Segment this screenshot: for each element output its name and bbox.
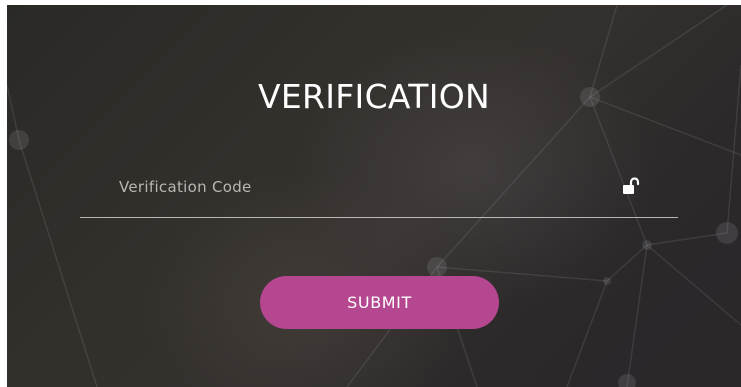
page-title: VERIFICATION xyxy=(257,77,490,116)
verification-panel: VERIFICATION SUBMIT xyxy=(7,5,741,387)
submit-button[interactable]: SUBMIT xyxy=(260,276,499,329)
unlocked-padlock-icon xyxy=(623,177,640,194)
verification-code-input[interactable] xyxy=(80,167,639,207)
verification-code-field xyxy=(80,167,678,218)
